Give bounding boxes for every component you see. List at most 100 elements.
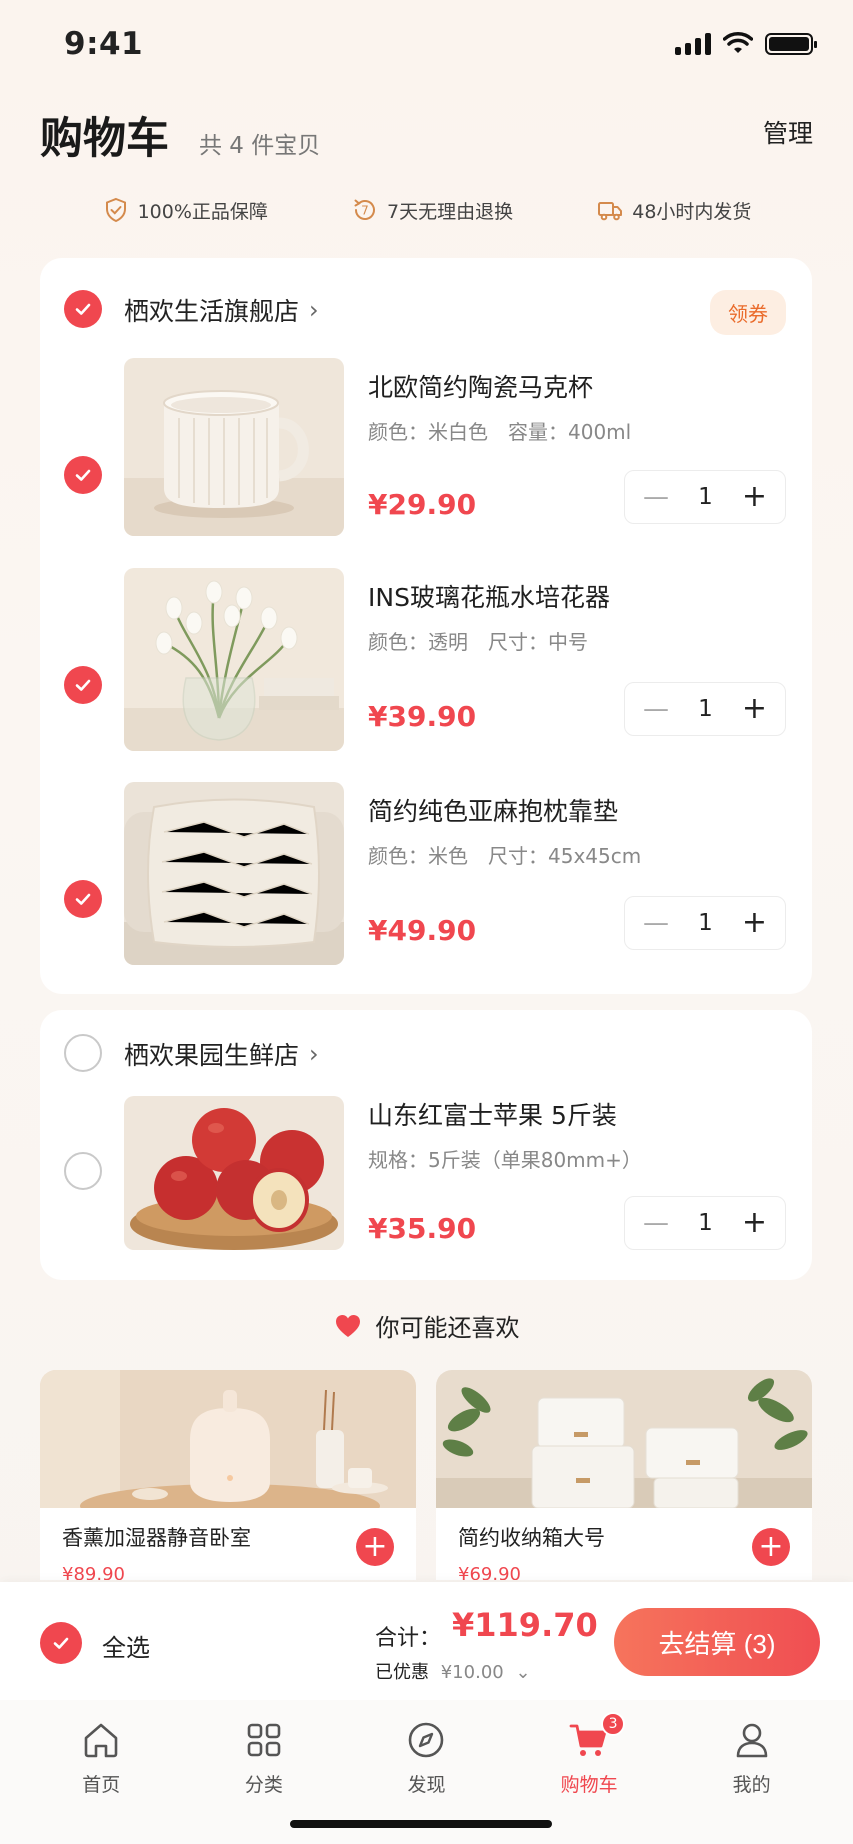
total-label: 合计： [375, 1626, 442, 1651]
product-image-storage-box[interactable] [436, 1370, 812, 1508]
manage-button[interactable]: 管理 [763, 114, 813, 150]
product-price: ¥29.90 [368, 488, 477, 521]
discount-detail[interactable]: 已优惠 ¥10.00 ⌄ [375, 1658, 531, 1684]
store-name: 栖欢果园生鲜店 [124, 1041, 300, 1070]
guarantee-label: 100%正品保障 [137, 200, 268, 223]
product-spec[interactable]: 颜色：米白色 容量：400ml [368, 416, 631, 445]
checkout-button[interactable]: 去结算 (3) [614, 1608, 820, 1676]
add-to-cart-button[interactable]: + [356, 1528, 394, 1566]
item-count: 共 4 件宝贝 [199, 133, 321, 159]
product-title[interactable]: 山东红富士苹果 5斤装 [368, 1096, 617, 1132]
tab-label: 我的 [732, 1774, 771, 1796]
store-name: 栖欢生活旗舰店 [124, 297, 300, 326]
heart-icon [335, 1314, 360, 1337]
quantity-value[interactable]: 1 [698, 484, 713, 510]
store-header: 栖欢生活旗舰店 › 领券 [40, 258, 812, 358]
select-all-checkbox[interactable] [40, 1622, 82, 1664]
store-name-link[interactable]: 栖欢果园生鲜店 › [124, 1036, 319, 1072]
guarantee-label: 7天无理由退换 [387, 200, 514, 223]
tab-label: 购物车 [560, 1774, 618, 1796]
check-icon [75, 893, 91, 905]
decrease-button[interactable]: — [643, 1208, 669, 1238]
quantity-value[interactable]: 1 [698, 910, 713, 936]
chevron-right-icon: › [309, 1040, 319, 1068]
quantity-value[interactable]: 1 [698, 1210, 713, 1236]
product-title[interactable]: INS玻璃花瓶水培花器 [368, 578, 610, 614]
status-time: 9:41 [64, 26, 144, 62]
discount-amount: ¥10.00 [440, 1662, 504, 1683]
increase-button[interactable]: + [742, 1208, 767, 1238]
guarantee-authentic: 100%正品保障 [102, 196, 268, 224]
wifi-icon [723, 32, 753, 53]
increase-button[interactable]: + [742, 482, 767, 512]
grid-icon [247, 1723, 281, 1757]
decrease-button[interactable]: — [643, 482, 669, 512]
recommend-title-text[interactable]: 简约收纳箱大号 [458, 1522, 605, 1552]
quantity-value[interactable]: 1 [698, 696, 713, 722]
status-bar: 9:41 [0, 0, 853, 90]
tab-label: 分类 [244, 1774, 283, 1796]
store-checkbox[interactable] [64, 290, 102, 328]
signal-icon [675, 33, 711, 55]
cart-item: 北欧简约陶瓷马克杯 颜色：米白色 容量：400ml ¥29.90 — 1 + [40, 358, 812, 538]
quantity-stepper: — 1 + [624, 896, 786, 950]
item-checkbox[interactable] [64, 456, 102, 494]
select-all-label[interactable]: 全选 [102, 1628, 150, 1663]
recommend-price: ¥69.90 [458, 1564, 521, 1580]
product-image-pillow[interactable] [124, 782, 344, 965]
page-header: 购物车 共 4 件宝贝 管理 [40, 104, 813, 164]
cart-item: INS玻璃花瓶水培花器 颜色：透明 尺寸：中号 ¥39.90 — 1 + [40, 568, 812, 751]
quantity-stepper: — 1 + [624, 470, 786, 524]
battery-icon [765, 33, 817, 55]
recommend-title: 你可能还喜欢 [375, 1314, 520, 1342]
item-checkbox[interactable] [64, 880, 102, 918]
product-image-apple[interactable] [124, 1096, 344, 1250]
decrease-button[interactable]: — [643, 908, 669, 938]
store-name-link[interactable]: 栖欢生活旗舰店 › [124, 292, 319, 328]
recommend-price: ¥89.90 [62, 1564, 125, 1580]
tab-home[interactable]: 首页 [31, 1700, 171, 1844]
product-spec[interactable]: 颜色：米色 尺寸：45x45cm [368, 840, 641, 869]
guarantee-shipping: 48小时内发货 [596, 196, 751, 224]
check-icon [75, 303, 91, 315]
chevron-down-icon: ⌄ [515, 1662, 531, 1683]
store-checkbox[interactable] [64, 1034, 102, 1072]
shield-check-icon [105, 197, 126, 223]
recommend-title-text[interactable]: 香薰加湿器静音卧室 [62, 1522, 251, 1552]
decrease-button[interactable]: — [643, 694, 669, 724]
truck-icon [598, 202, 623, 221]
product-title[interactable]: 北欧简约陶瓷马克杯 [368, 368, 593, 404]
product-image-vase[interactable] [124, 568, 344, 751]
recommend-card[interactable]: 简约收纳箱大号 ¥69.90 + [436, 1370, 812, 1580]
product-title[interactable]: 简约纯色亚麻抱枕靠垫 [368, 792, 618, 828]
store-card-fresh: 栖欢果园生鲜店 › 山东红富士苹果 5斤装 规格：5斤装（单果80mm+） ¥3… [40, 1010, 812, 1280]
recommend-card[interactable]: 香薰加湿器静音卧室 ¥89.90 + [40, 1370, 416, 1580]
tab-profile[interactable]: 我的 [682, 1700, 822, 1844]
tab-label: 发现 [407, 1774, 446, 1796]
recommend-header: 你可能还喜欢 [0, 1308, 853, 1343]
check-icon [75, 679, 91, 691]
guarantee-label: 48小时内发货 [632, 200, 752, 223]
item-checkbox[interactable] [64, 1152, 102, 1190]
checkout-bar: 全选 合计： ¥119.70 已优惠 ¥10.00 ⌄ 去结算 (3) [0, 1582, 853, 1700]
product-price: ¥39.90 [368, 700, 477, 733]
page-title: 购物车 [40, 114, 169, 164]
product-image-humidifier[interactable] [40, 1370, 416, 1508]
status-icons [675, 32, 817, 56]
plus-icon: + [758, 1529, 784, 1564]
increase-button[interactable]: + [742, 908, 767, 938]
item-checkbox[interactable] [64, 666, 102, 704]
tab-bar: 首页 分类 发现 3 购物车 我的 [0, 1700, 853, 1844]
home-icon [84, 1723, 118, 1758]
chevron-right-icon: › [309, 296, 319, 324]
quantity-stepper: — 1 + [624, 1196, 786, 1250]
compass-icon [409, 1722, 444, 1758]
coupon-button[interactable]: 领券 [710, 290, 786, 335]
product-spec[interactable]: 规格：5斤装（单果80mm+） [368, 1144, 642, 1173]
increase-button[interactable]: + [742, 694, 767, 724]
product-spec[interactable]: 颜色：透明 尺寸：中号 [368, 626, 588, 655]
total-amount: ¥119.70 [452, 1606, 598, 1644]
quantity-stepper: — 1 + [624, 682, 786, 736]
add-to-cart-button[interactable]: + [752, 1528, 790, 1566]
product-image-mug[interactable] [124, 358, 344, 536]
